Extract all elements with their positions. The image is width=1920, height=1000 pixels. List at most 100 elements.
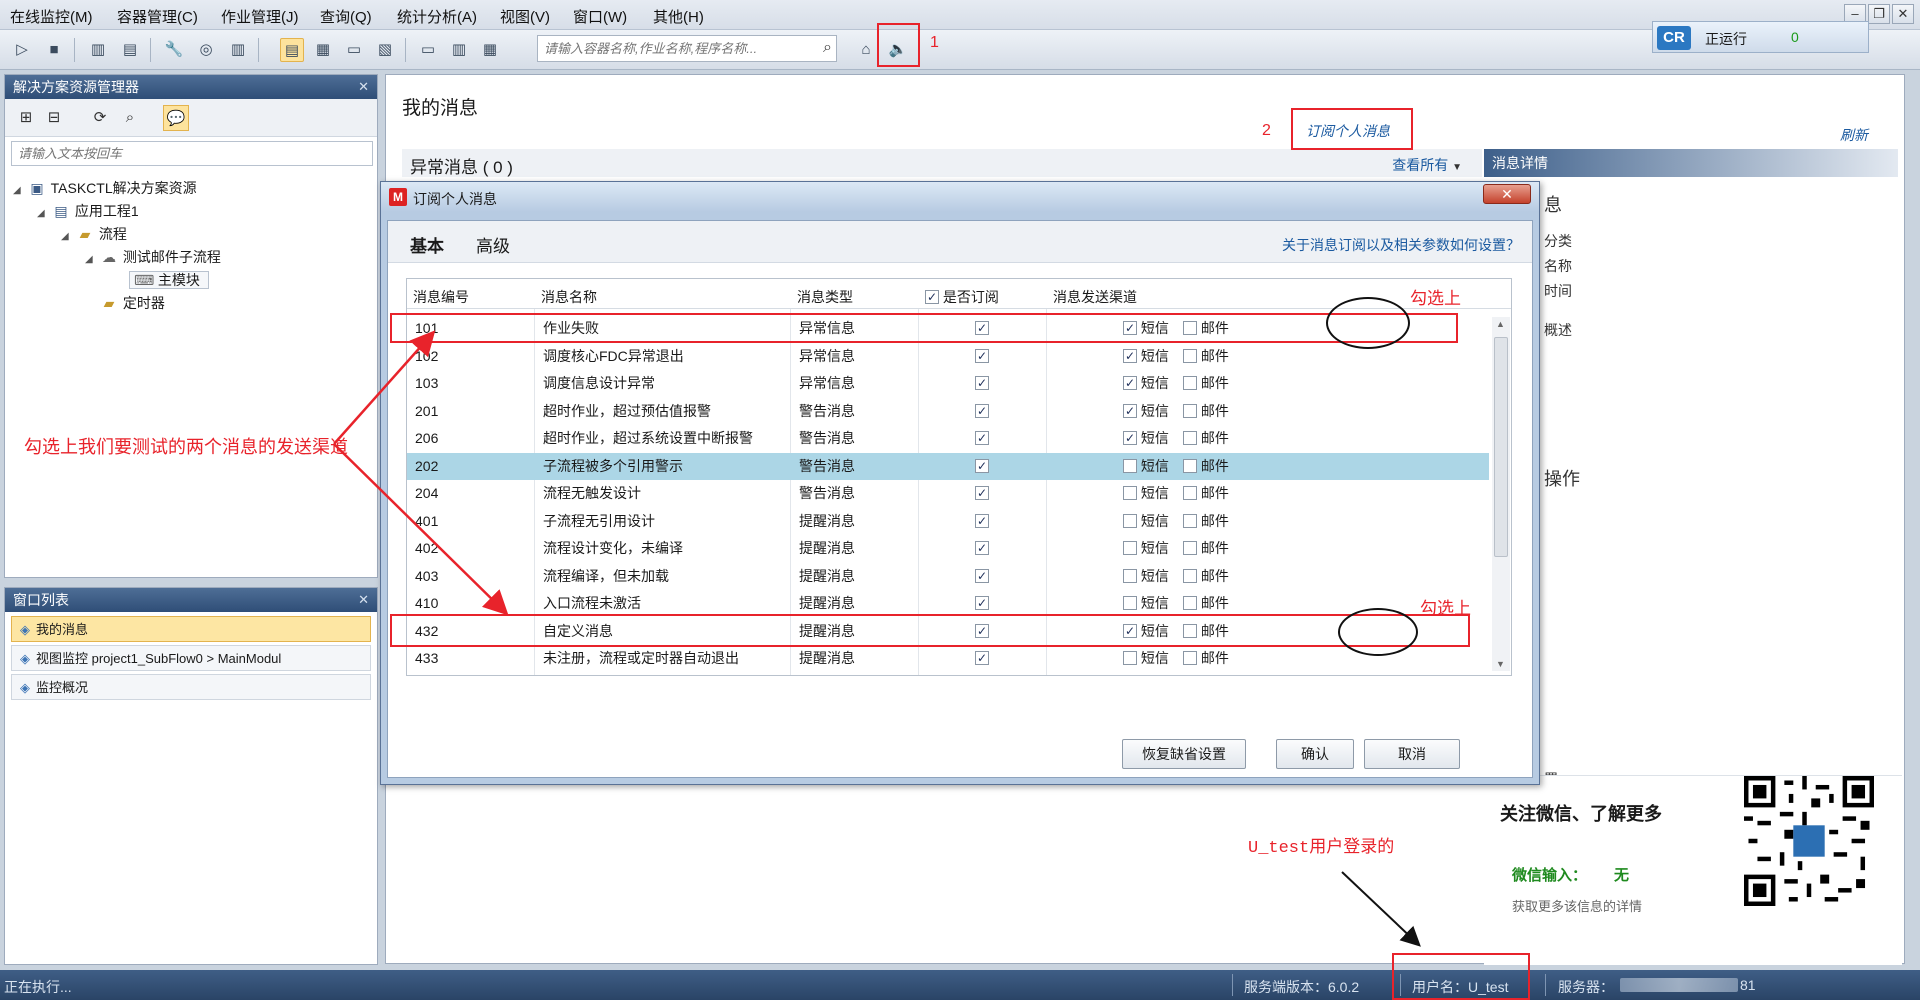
menu-job[interactable]: 作业管理(J) [221,6,299,27]
split-icon[interactable]: ▥ [447,38,471,62]
sms-checkbox[interactable] [1123,321,1137,335]
mail-checkbox[interactable] [1183,321,1197,335]
scrollbar-thumb[interactable] [1494,337,1508,557]
window-list-item[interactable]: ◈ 监控概况 [11,674,371,700]
subscribed-checkbox[interactable] [975,398,989,426]
mail-checkbox[interactable] [1183,458,1197,473]
mail-channel[interactable]: 邮件 [1183,535,1229,563]
menu-window[interactable]: 窗口(W) [573,6,627,27]
mail-checkbox[interactable] [1183,486,1197,500]
restore-defaults-button[interactable]: 恢复缺省设置 [1122,739,1246,769]
cancel-button[interactable]: 取消 [1364,739,1460,769]
subscribed-checkbox[interactable] [975,453,989,481]
delete-icon[interactable]: ⊟ [41,105,67,131]
mail-channel[interactable]: 邮件 [1183,618,1229,646]
sms-channel[interactable]: 短信 [1123,425,1169,453]
checkbox[interactable] [975,486,989,500]
subscribed-checkbox[interactable] [975,535,989,563]
window-list-item[interactable]: ◈ 我的消息 [11,616,371,642]
subscribed-checkbox[interactable] [975,508,989,536]
sms-channel[interactable]: 短信 [1123,315,1169,343]
confirm-button[interactable]: 确认 [1276,739,1354,769]
menu-view[interactable]: 视图(V) [500,6,550,27]
refresh-icon[interactable]: ⟳ [87,105,113,131]
collapse-icon[interactable]: ◢ [61,226,75,248]
table-row[interactable]: 401 子流程无引用设计 提醒消息 短信 邮件 [407,508,1489,536]
subscribed-checkbox[interactable] [975,645,989,673]
tree-search-input[interactable] [12,142,372,165]
sms-channel[interactable]: 短信 [1123,618,1169,646]
window-list-item[interactable]: ◈ 视图监控 project1_SubFlow0 > MainModul [11,645,371,671]
table-row[interactable]: 433 未注册，流程或定时器自动退出 提醒消息 短信 邮件 [407,645,1489,673]
mail-checkbox[interactable] [1183,623,1197,638]
collapse-icon[interactable]: ◢ [13,180,27,202]
grid-icon[interactable]: ▦ [478,38,502,62]
mail-channel[interactable]: 邮件 [1183,315,1229,343]
checkbox[interactable] [975,321,989,335]
subscribed-checkbox[interactable] [975,343,989,371]
sms-checkbox[interactable] [1123,458,1137,473]
sms-channel[interactable]: 短信 [1123,453,1169,481]
running-status-widget[interactable]: CR 正运行 0 [1652,21,1869,53]
checkbox[interactable] [975,623,989,638]
tree-node-timer[interactable]: ▰ 定时器 [85,292,165,314]
tree-node-project[interactable]: ◢ ▤ 应用工程1 [37,200,139,222]
menu-query[interactable]: 查询(Q) [320,6,372,27]
collapse-icon[interactable]: ◢ [85,249,99,271]
menu-statistics[interactable]: 统计分析(A) [397,6,477,27]
mail-checkbox[interactable] [1183,568,1197,583]
subscribe-personal-messages-link[interactable]: 订阅个人消息 [1306,121,1390,141]
mail-checkbox[interactable] [1183,431,1197,445]
table-scrollbar[interactable]: ▲ ▼ [1492,317,1510,671]
subscribed-checkbox[interactable] [975,370,989,398]
subscribed-checkbox[interactable] [975,618,989,646]
mail-channel[interactable]: 邮件 [1183,425,1229,453]
subscribed-checkbox[interactable] [975,425,989,453]
tab-basic[interactable]: 基本 [410,232,444,257]
sms-checkbox[interactable] [1123,568,1137,583]
sms-channel[interactable]: 短信 [1123,508,1169,536]
chat-icon[interactable]: 💬 [163,105,189,131]
subscribed-checkbox[interactable] [975,563,989,591]
scroll-up-icon[interactable]: ▲ [1496,319,1505,329]
scroll-down-icon[interactable]: ▼ [1496,659,1505,669]
sms-checkbox[interactable] [1123,651,1137,665]
checkbox[interactable] [975,403,989,418]
collapse-icon[interactable]: ◢ [37,203,51,225]
sms-checkbox[interactable] [1123,431,1137,445]
table-row[interactable]: 202 子流程被多个引用警示 警告消息 短信 邮件 [407,452,1489,481]
find-icon[interactable]: ⌕ [117,105,143,131]
mail-channel[interactable]: 邮件 [1183,370,1229,398]
pause-icon[interactable]: ▥ [86,38,110,62]
dialog-close-button[interactable]: ✕ [1483,184,1531,204]
mail-channel[interactable]: 邮件 [1183,398,1229,426]
restart-icon[interactable]: ▤ [118,38,142,62]
mail-checkbox[interactable] [1183,651,1197,665]
table-row[interactable]: 402 流程设计变化，未编译 提醒消息 短信 邮件 [407,535,1489,563]
mail-channel[interactable]: 邮件 [1183,480,1229,508]
globe-icon[interactable]: ◎ [194,38,218,62]
sms-channel[interactable]: 短信 [1123,343,1169,371]
checkbox[interactable] [975,458,989,473]
table-row[interactable]: 206 超时作业，超过系统设置中断报警 警告消息 短信 邮件 [407,425,1489,453]
mail-checkbox[interactable] [1183,376,1197,390]
sms-channel[interactable]: 短信 [1123,563,1169,591]
checkbox[interactable] [975,568,989,583]
sms-channel[interactable]: 短信 [1123,590,1169,618]
mail-checkbox[interactable] [1183,541,1197,555]
sms-checkbox[interactable] [1123,376,1137,390]
mail-checkbox[interactable] [1183,596,1197,610]
columns-icon[interactable]: ▥ [226,38,250,62]
table-row[interactable]: 103 调度信息设计异常 异常信息 短信 邮件 [407,370,1489,398]
sms-channel[interactable]: 短信 [1123,535,1169,563]
list-view-icon[interactable]: ▤ [280,38,304,62]
form-view-icon[interactable]: ▦ [311,38,335,62]
table-row[interactable]: 410 入口流程未激活 提醒消息 短信 邮件 [407,590,1489,618]
menu-container[interactable]: 容器管理(C) [117,6,198,27]
subscription-help-link[interactable]: 关于消息订阅以及相关参数如何设置？ [1282,235,1520,255]
mail-channel[interactable]: 邮件 [1183,645,1229,673]
home-icon[interactable]: ⌂ [854,38,878,62]
sms-checkbox[interactable] [1123,513,1137,528]
mail-channel[interactable]: 邮件 [1183,590,1229,618]
play-icon[interactable]: ▷ [10,38,34,62]
